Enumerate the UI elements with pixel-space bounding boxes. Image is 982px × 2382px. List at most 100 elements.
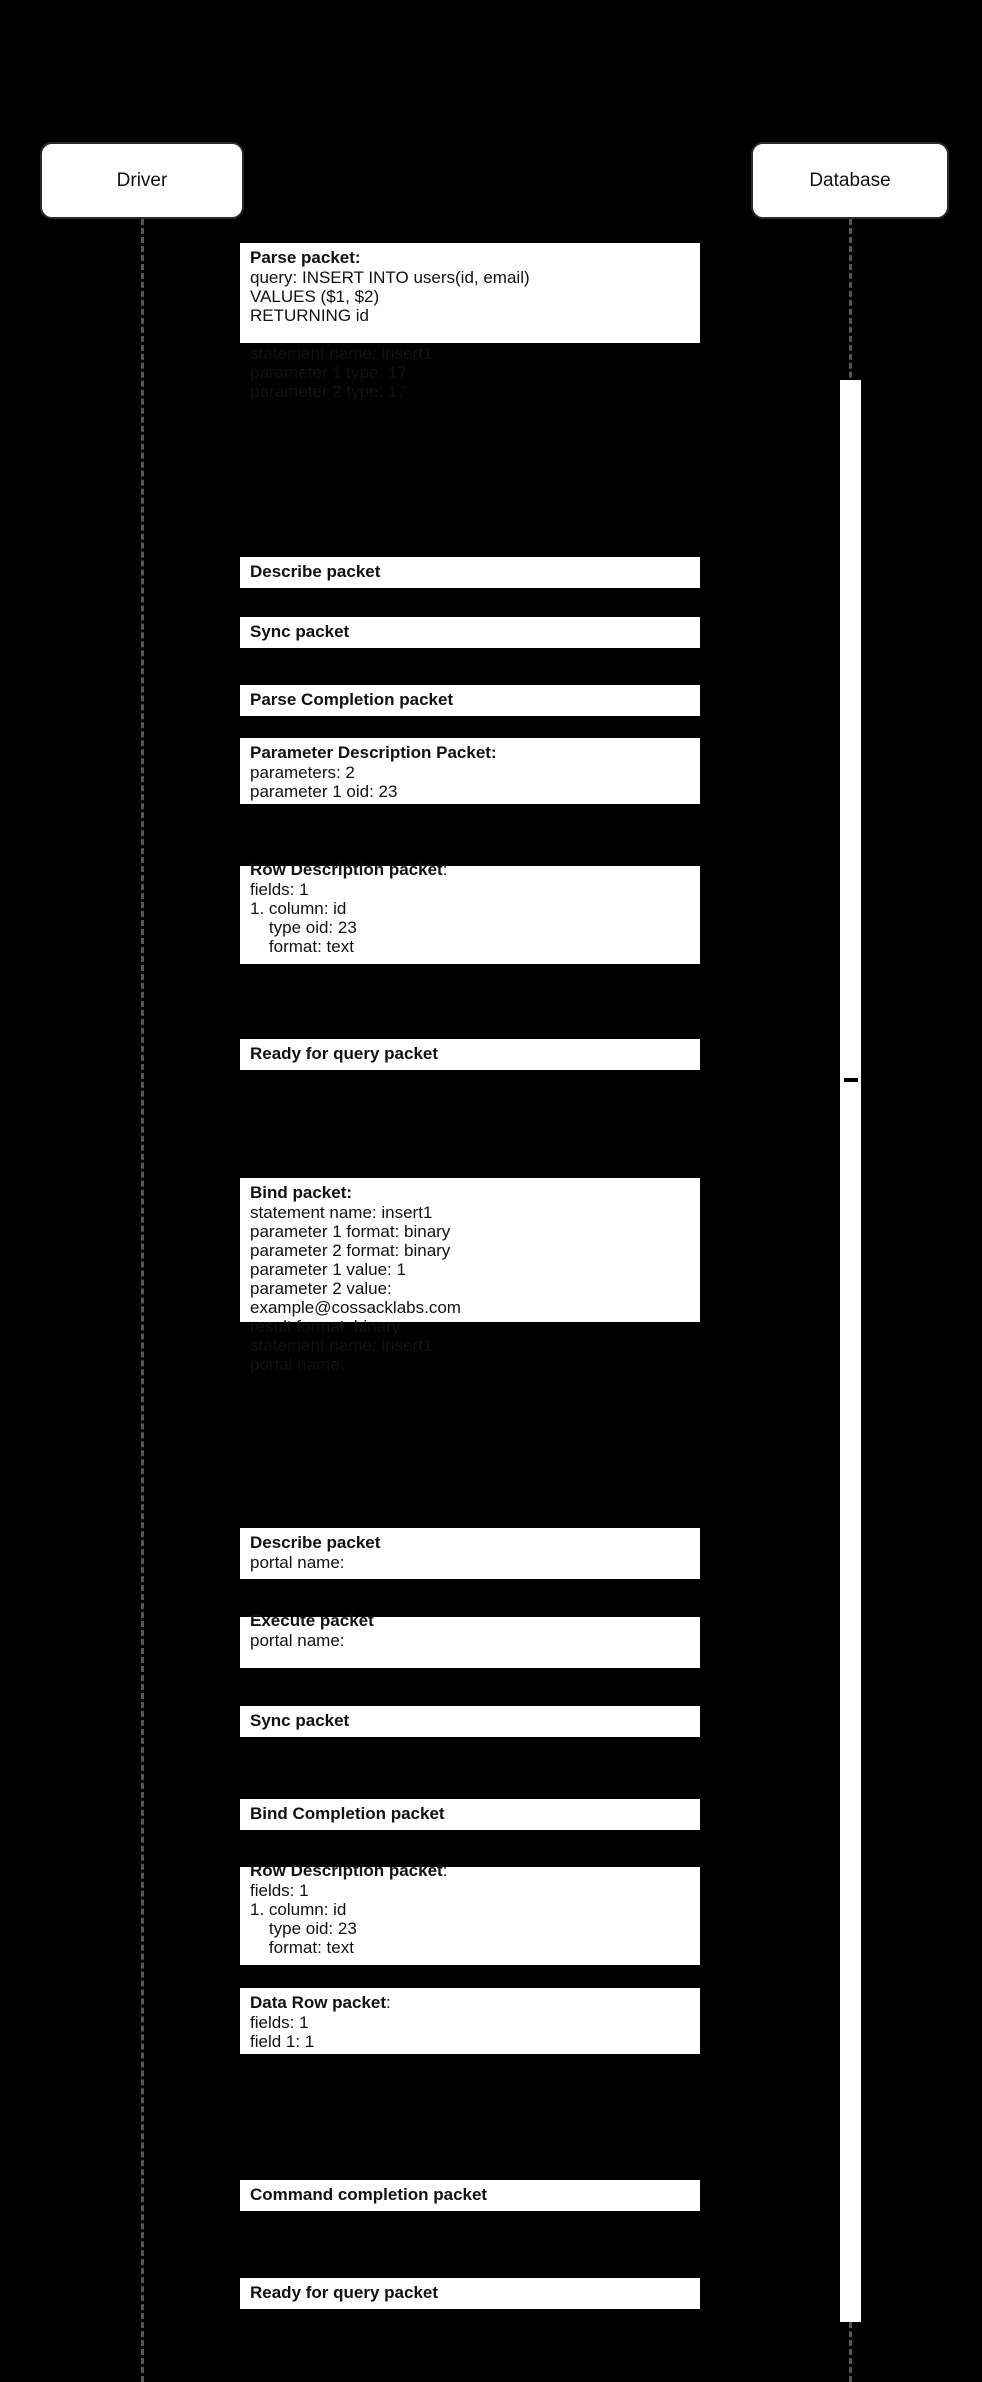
message-note-line: RETURNING id bbox=[250, 306, 370, 325]
message-note-line: result format: binary bbox=[250, 1317, 401, 1336]
message-note-row-description-packet-2[interactable]: Row Description packet: fields: 1 1. colum… bbox=[240, 1861, 700, 1965]
message-note-describe-packet-2[interactable]: Describe packet portal name: bbox=[240, 1528, 700, 1579]
message-note-line: statement name: insert1 bbox=[250, 1203, 433, 1222]
message-note-line: parameter 1 oid: 23 bbox=[250, 782, 398, 801]
message-note-ready-for-query-packet-1[interactable]: Ready for query packet bbox=[240, 1039, 700, 1070]
message-note-bind-packet[interactable]: Bind packet: statement name: insert1 param… bbox=[240, 1178, 700, 1374]
message-note-line: format: text bbox=[250, 1938, 354, 1957]
activation-tick-mark bbox=[844, 1078, 858, 1082]
message-note-content: Command completion packet bbox=[240, 2180, 700, 2209]
message-note-title-text: Parse packet: bbox=[250, 248, 361, 267]
message-note-content: Describe packet portal name: bbox=[240, 1528, 700, 1576]
message-note-title-suffix: : bbox=[442, 860, 448, 879]
message-note-bind-completion-packet[interactable]: Bind Completion packet bbox=[240, 1799, 700, 1830]
message-note-line: type oid: 23 bbox=[250, 1919, 357, 1938]
message-note-content: Row Description packet: fields: 1 1. colum… bbox=[240, 855, 700, 960]
message-note-line: statement name: insert1 bbox=[250, 344, 433, 363]
participant-label: Database bbox=[809, 170, 891, 191]
message-note-line: parameter 1 format: binary bbox=[250, 1222, 451, 1241]
message-note-title-text: Describe packet bbox=[250, 1533, 381, 1552]
message-note-title-text: Parse Completion packet bbox=[250, 690, 454, 709]
message-note-title: Sync packet bbox=[250, 621, 692, 642]
message-note-content: Parameter Description Packet: parameters:… bbox=[240, 738, 700, 805]
message-note-title: Ready for query packet bbox=[250, 2282, 692, 2303]
message-note-sync-packet-2[interactable]: Sync packet bbox=[240, 1706, 700, 1737]
message-note-content: Bind Completion packet bbox=[240, 1799, 700, 1828]
message-note-line: portal name: bbox=[250, 1631, 345, 1650]
message-note-line bbox=[250, 325, 692, 344]
message-note-line: portal name: bbox=[250, 1553, 345, 1572]
message-note-title: Describe packet bbox=[250, 561, 692, 582]
message-note-title-text: Execute packet bbox=[250, 1611, 374, 1630]
message-note-execute-packet[interactable]: Execute packet portal name: bbox=[240, 1611, 700, 1668]
message-note-title: Parse packet: bbox=[250, 247, 692, 268]
participant-database[interactable]: Database bbox=[751, 142, 949, 219]
message-note-line: parameter 1 type: 17 bbox=[250, 363, 407, 382]
message-note-title-suffix: : bbox=[386, 1993, 391, 2012]
message-note-title: Command completion packet bbox=[250, 2184, 692, 2205]
message-note-line: 1. column: id bbox=[250, 899, 347, 918]
message-note-line: format: text bbox=[250, 937, 354, 956]
database-activation bbox=[840, 380, 861, 2322]
message-note-line: type oid: 23 bbox=[250, 918, 357, 937]
message-note-title-text: Describe packet bbox=[250, 562, 381, 581]
message-note-title: Row Description packet: bbox=[250, 859, 692, 880]
message-note-title: Execute packet bbox=[250, 1610, 692, 1631]
message-note-describe-packet-1[interactable]: Describe packet bbox=[240, 557, 700, 588]
message-note-content: Parse Completion packet bbox=[240, 685, 700, 714]
message-note-line: field 1: 1 bbox=[250, 2032, 315, 2051]
message-note-title-text: Parameter Description Packet: bbox=[250, 743, 497, 762]
message-note-title-text: Command completion packet bbox=[250, 2185, 488, 2204]
message-note-title-text: Bind packet: bbox=[250, 1183, 353, 1202]
message-note-title-text: Ready for query packet bbox=[250, 1044, 439, 1063]
participant-label: Driver bbox=[116, 170, 168, 191]
message-note-line: parameter 2 value: bbox=[250, 1279, 392, 1298]
message-note-content: Sync packet bbox=[240, 1706, 700, 1735]
message-note-title-text: Ready for query packet bbox=[250, 2283, 439, 2302]
message-note-data-row-packet[interactable]: Data Row packet: fields: 1 field 1: 1 bbox=[240, 1988, 700, 2054]
message-note-title-text: Sync packet bbox=[250, 1711, 350, 1730]
message-note-content: Data Row packet: fields: 1 field 1: 1 bbox=[240, 1988, 700, 2055]
message-note-line: fields: 1 bbox=[250, 1881, 309, 1900]
sequence-diagram-canvas: Driver Database Parse packet: query: INSERT… bbox=[0, 0, 982, 2382]
message-note-parameter-description-packet[interactable]: Parameter Description Packet: parameters:… bbox=[240, 738, 700, 804]
message-note-parse-packet[interactable]: Parse packet: query: INSERT INTO users(id… bbox=[240, 243, 700, 401]
message-note-line: parameter 2 type: 17 bbox=[250, 382, 407, 401]
message-note-line: 1. column: id bbox=[250, 1900, 347, 1919]
message-note-title: Bind packet: bbox=[250, 1182, 692, 1203]
message-note-line: parameter 2 format: binary bbox=[250, 1241, 451, 1260]
message-note-title-suffix: : bbox=[442, 1861, 448, 1880]
message-note-content: Ready for query packet bbox=[240, 1039, 700, 1068]
message-note-line: fields: 1 bbox=[250, 880, 309, 899]
message-note-title-text: Data Row packet bbox=[250, 1993, 387, 2012]
message-note-title: Describe packet bbox=[250, 1532, 692, 1553]
message-note-line: VALUES ($1, $2) bbox=[250, 287, 380, 306]
message-note-line: example@cossacklabs.com bbox=[250, 1298, 461, 1317]
message-note-title: Parameter Description Packet: bbox=[250, 742, 692, 763]
message-note-title: Sync packet bbox=[250, 1710, 692, 1731]
message-note-title: Bind Completion packet bbox=[250, 1803, 692, 1824]
message-note-content: Describe packet bbox=[240, 557, 700, 586]
message-note-title-text: Row Description packet bbox=[250, 1861, 443, 1880]
message-note-content: Sync packet bbox=[240, 617, 700, 646]
message-note-content: Execute packet portal name: bbox=[240, 1606, 700, 1654]
participant-driver[interactable]: Driver bbox=[40, 142, 244, 219]
message-note-line: portal name: bbox=[250, 1355, 345, 1374]
message-note-title: Data Row packet: bbox=[250, 1992, 692, 2013]
message-note-line: parameter 1 value: 1 bbox=[250, 1260, 406, 1279]
message-note-line: statement name: insert1 bbox=[250, 1336, 433, 1355]
message-note-parse-completion-packet[interactable]: Parse Completion packet bbox=[240, 685, 700, 716]
message-note-sync-packet-1[interactable]: Sync packet bbox=[240, 617, 700, 648]
message-note-line: query: INSERT INTO users(id, email) bbox=[250, 268, 530, 287]
message-note-row-description-packet-1[interactable]: Row Description packet: fields: 1 1. colum… bbox=[240, 860, 700, 964]
message-note-title-text: Sync packet bbox=[250, 622, 350, 641]
message-note-content: Bind packet: statement name: insert1 param… bbox=[240, 1178, 700, 1378]
message-note-line: fields: 1 bbox=[250, 2013, 309, 2032]
message-note-content: Ready for query packet bbox=[240, 2278, 700, 2307]
message-note-line: parameters: 2 bbox=[250, 763, 355, 782]
message-note-ready-for-query-packet-2[interactable]: Ready for query packet bbox=[240, 2278, 700, 2309]
message-note-title: Parse Completion packet bbox=[250, 689, 692, 710]
message-note-title: Ready for query packet bbox=[250, 1043, 692, 1064]
driver-lifeline bbox=[141, 219, 144, 2382]
message-note-command-completion-packet[interactable]: Command completion packet bbox=[240, 2180, 700, 2211]
